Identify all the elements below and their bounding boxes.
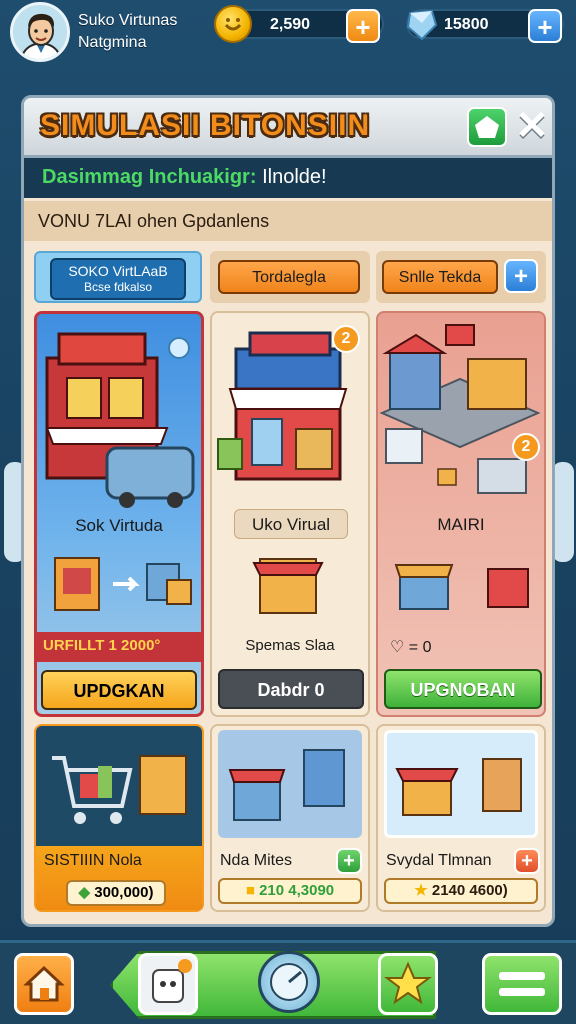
coin-counter: 2,590 + xyxy=(214,5,384,43)
status-bar: Dasimmag Inchuakigr: Ilnolde! xyxy=(24,158,552,198)
card-6-price[interactable]: ★ 2140 4600) xyxy=(384,878,538,904)
column-2-pill[interactable]: Tordalegla xyxy=(218,260,360,294)
compass-icon xyxy=(270,963,308,1001)
shop-illustration xyxy=(252,558,324,614)
card-2-title-pill: Uko Virual xyxy=(234,509,348,539)
star-small-icon: ★ xyxy=(414,882,428,899)
heart-icon: ♡ xyxy=(390,639,405,656)
card-2-title: Uko Virual xyxy=(251,515,331,534)
card-2-action-button[interactable]: Dabdr 0 xyxy=(218,669,364,709)
store-type-line2: Bcse fdkalso xyxy=(83,280,153,294)
add-coins-button[interactable]: + xyxy=(346,9,380,43)
card-1-price-strip: URFILLT 1 2000° xyxy=(37,632,201,662)
card-3-title: MAIRI xyxy=(437,515,485,534)
card-4-price[interactable]: ◆ 300,000) xyxy=(66,880,166,906)
panel-header: SIMULASII BITONSIIN ✕ xyxy=(24,98,552,158)
gem-counter: 15800 + xyxy=(406,9,564,43)
card-5-add-button[interactable]: + xyxy=(336,848,362,874)
status-value: Ilnolde! xyxy=(262,166,327,188)
coin-value: 2,590 xyxy=(270,16,311,33)
add-store-button[interactable]: + xyxy=(504,259,538,293)
top-bar: Suko Virtunas Natgmina 2,590 + 15800 + xyxy=(0,0,576,68)
info-text: VONU 7LAI ohen Gpdanlens xyxy=(38,211,270,231)
card-3-upgrade-button[interactable]: UPGNOBAN xyxy=(384,669,542,709)
storefront-illustration xyxy=(395,758,522,816)
store-card-4[interactable]: SISTIIIN Nola ◆ 300,000) xyxy=(34,724,204,912)
house-icon xyxy=(475,116,499,138)
card-4-title: SISTIIIN Nola xyxy=(44,852,142,869)
home-button[interactable] xyxy=(14,953,74,1015)
cash-icon: ◆ xyxy=(78,884,91,901)
avatar[interactable] xyxy=(10,2,70,62)
info-bar: VONU 7LAI ohen Gpdanlens xyxy=(24,201,552,241)
menu-button[interactable] xyxy=(482,953,562,1015)
close-button[interactable]: ✕ xyxy=(514,104,550,148)
card-2-subtitle: Spemas Slaa xyxy=(245,637,335,654)
card-6-image-frame xyxy=(384,730,538,838)
star-icon xyxy=(384,961,432,1005)
bottom-navigation xyxy=(0,940,576,1024)
status-text: Dasimmag Inchuakigr: Ilnolde! xyxy=(42,166,327,189)
coin-small-icon: ■ xyxy=(245,882,255,899)
card-1-upgrade-button[interactable]: UPDGKAN xyxy=(41,670,197,710)
house-button[interactable] xyxy=(467,107,507,147)
add-gems-button[interactable]: + xyxy=(528,9,562,43)
status-prefix: Dasimmag Inchuakigr: xyxy=(42,166,257,188)
pet-icon xyxy=(152,959,192,1003)
player-name: Suko Virtunas Natgmina xyxy=(78,10,177,54)
card-5-image-frame xyxy=(218,730,362,838)
card-3-badge: 2 xyxy=(512,433,540,461)
coin-icon xyxy=(214,5,252,43)
card-4-footer: SISTIIIN Nola ◆ 300,000) xyxy=(36,846,202,910)
simulation-panel: SIMULASII BITONSIIN ✕ Dasimmag Inchuakig… xyxy=(21,95,555,927)
card-6-title: Svydal Tlmnan xyxy=(386,852,492,869)
card-1-title: Sok Virtuda xyxy=(75,516,163,535)
column-header-2: Tordalegla xyxy=(210,251,370,303)
card-6-add-button[interactable]: + xyxy=(514,848,540,874)
menu-icon xyxy=(499,972,545,996)
card-2-badge: 2 xyxy=(332,325,360,353)
store-card-3[interactable]: 2 MAIRI ♡ = 0 UPGNOBAN xyxy=(376,311,546,717)
card-6-price-value: 2140 4600) xyxy=(431,882,508,899)
store-card-2[interactable]: 2 Uko Virual Spemas Slaa Dabdr 0 xyxy=(210,311,370,717)
virtual-store-illustration xyxy=(45,332,195,508)
card-5-price-value: 210 4,3090 xyxy=(259,882,335,899)
upgrade-arrow-illustration xyxy=(54,557,192,611)
store-type-line1: SOKO VirtLAaB xyxy=(68,263,168,279)
card-3-heart-value: = 0 xyxy=(408,639,432,656)
compass-button[interactable] xyxy=(258,951,320,1013)
store-card-6[interactable]: Svydal Tlmnan + ★ 2140 4600) xyxy=(376,724,546,912)
card-5-price[interactable]: ■ 210 4,3090 xyxy=(218,878,362,904)
gem-icon xyxy=(402,5,440,43)
pet-button[interactable] xyxy=(138,953,198,1015)
favorites-button[interactable] xyxy=(378,953,438,1015)
column-header-3: Snlle Tekda + xyxy=(376,251,546,303)
warehouse-illustration xyxy=(228,749,345,821)
card-4-price-value: 300,000) xyxy=(94,884,154,901)
home-icon xyxy=(23,965,65,1002)
column-3-pill[interactable]: Snlle Tekda xyxy=(382,260,498,294)
right-side-tab[interactable] xyxy=(552,462,574,562)
store-type-pill[interactable]: SOKO VirtLAaB Bcse fdkalso xyxy=(50,258,186,300)
shops-illustration xyxy=(394,564,529,610)
store-card-1[interactable]: Sok Virtuda URFILLT 1 2000° UPDGKAN xyxy=(34,311,204,717)
shopping-cart-illustration xyxy=(52,755,187,824)
player-name-line1: Suko Virtunas xyxy=(78,12,178,29)
gem-value: 15800 xyxy=(444,16,489,33)
card-1-price: URFILLT 1 2000° xyxy=(43,637,161,654)
card-5-title: Nda Mites xyxy=(220,852,293,869)
player-name-line2: Natgmina xyxy=(78,34,147,51)
city-block-illustration xyxy=(379,324,541,494)
panel-title: SIMULASII BITONSIIN xyxy=(40,109,371,142)
store-card-5[interactable]: Nda Mites + ■ 210 4,3090 xyxy=(210,724,370,912)
card-3-likes: ♡ = 0 xyxy=(390,637,431,657)
column-header-1: SOKO VirtLAaB Bcse fdkalso xyxy=(34,251,202,303)
